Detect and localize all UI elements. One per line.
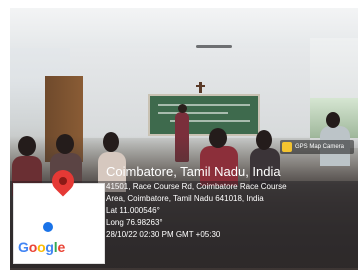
- green-board: [148, 94, 260, 136]
- google-logo-letter: G: [18, 239, 29, 255]
- google-logo: Google: [18, 239, 65, 255]
- longitude-text: Long 76.98263°: [106, 218, 163, 227]
- audience-member: [56, 134, 74, 154]
- board-writing: [158, 112, 228, 114]
- gps-camera-icon: [282, 142, 292, 152]
- latitude-text: Lat 11.000546°: [106, 206, 160, 215]
- map-marker-icon: [43, 222, 53, 232]
- google-logo-letter: o: [28, 239, 38, 255]
- audience-member: [209, 128, 227, 148]
- board-writing: [158, 104, 250, 106]
- gps-map-camera-badge: GPS Map Camera: [280, 140, 354, 154]
- audience-member: [256, 130, 272, 150]
- audience-member: [103, 132, 119, 152]
- location-title: Coimbatore, Tamil Nadu, India: [106, 164, 281, 179]
- address-line-2: Area, Coimbatore, Tamil Nadu 641018, Ind…: [106, 194, 264, 203]
- google-logo-letter: g: [45, 239, 54, 255]
- gps-camera-label: GPS Map Camera: [295, 144, 345, 150]
- cross-icon: [196, 82, 205, 93]
- timestamp-text: 28/10/22 02:30 PM GMT +05:30: [106, 230, 221, 239]
- location-pin-center: [59, 177, 67, 185]
- ceiling: [10, 8, 358, 48]
- google-logo-letter: e: [57, 239, 66, 255]
- address-line-1: 41501, Race Course Rd, Coimbatore Race C…: [106, 182, 287, 191]
- audience-member: [326, 112, 340, 128]
- audience-member: [18, 136, 36, 156]
